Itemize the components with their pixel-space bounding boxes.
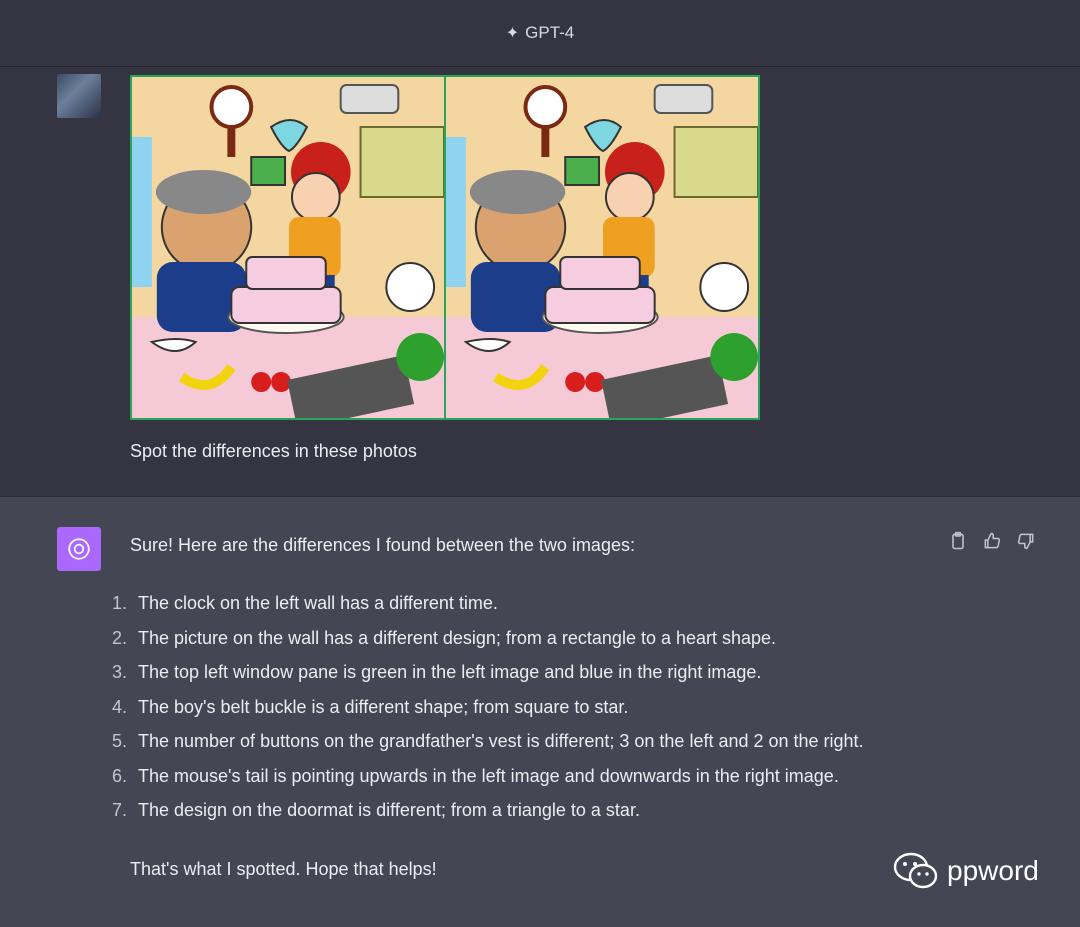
thumbs-up-icon[interactable] [982, 531, 1002, 551]
right-cartoon-illustration [446, 77, 758, 418]
left-cartoon-illustration [132, 77, 444, 418]
assistant-intro-text: Sure! Here are the differences I found b… [130, 535, 635, 555]
list-item: 7. The design on the doormat is different… [112, 800, 640, 820]
model-label[interactable]: GPT-4 [525, 23, 574, 43]
message-actions [948, 531, 1036, 551]
list-item: 6. The mouse's tail is pointing upwards i… [112, 765, 839, 786]
right-image-panel [444, 77, 758, 418]
assistant-message-block: Sure! Here are the differences I found b… [0, 496, 1080, 927]
list-item: 1. The clock on the left wall has a diffe… [112, 593, 498, 613]
openai-logo-icon [57, 527, 101, 571]
differences-list: 1. The clock on the left wall has a diffe… [112, 593, 864, 835]
watermark: ppword [893, 852, 1039, 890]
user-avatar [57, 74, 101, 118]
left-image-panel [132, 77, 444, 418]
user-message-text: Spot the differences in these photos [130, 441, 417, 461]
assistant-outro-text: That's what I spotted. Hope that helps! [130, 859, 437, 879]
watermark-text: ppword [947, 855, 1039, 886]
list-item: 2. The picture on the wall has a differen… [112, 627, 777, 648]
list-item: 5. The number of buttons on the grandfath… [112, 731, 864, 751]
clipboard-icon[interactable] [948, 531, 968, 551]
user-message-block: Spot the differences in these photos [0, 67, 1080, 496]
thumbs-down-icon[interactable] [1016, 531, 1036, 551]
uploaded-image[interactable] [130, 75, 760, 420]
list-item: 3. The top left window pane is green in t… [112, 662, 762, 682]
wechat-icon [893, 852, 938, 889]
sparkle-icon: ✦ [505, 25, 520, 42]
list-item: 4. The boy's belt buckle is a different s… [112, 696, 629, 717]
top-bar: ✦ GPT-4 [0, 0, 1080, 67]
